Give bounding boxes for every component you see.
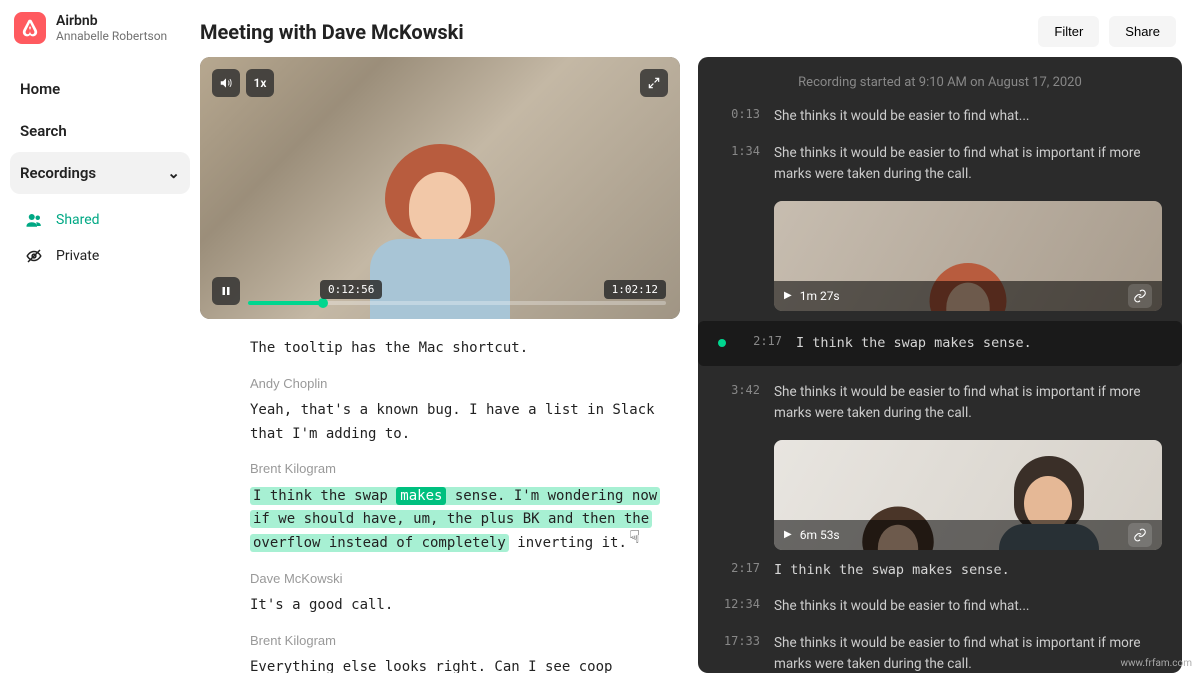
chevron-down-icon: ⌄ [167, 164, 180, 182]
note-row[interactable]: 0:13 She thinks it would be easier to fi… [718, 106, 1162, 127]
play-icon[interactable]: ▶ [784, 529, 792, 540]
note-row[interactable]: 2:17 I think the swap makes sense. [718, 560, 1162, 581]
subnav-private-label: Private [56, 248, 99, 264]
clip-duration: 1m 27s [800, 289, 840, 303]
note-time: 0:13 [718, 106, 760, 121]
note-time: 3:42 [718, 382, 760, 397]
note-time: 2:17 [718, 560, 760, 575]
eye-off-icon [24, 247, 44, 265]
page-title: Meeting with Dave McKowski [200, 20, 464, 44]
note-text: I think the swap makes sense. [796, 333, 1162, 354]
clip-thumbnail[interactable]: ▶ 6m 53s [774, 440, 1162, 550]
speed-button[interactable]: 1x [246, 69, 274, 97]
hl-text: I think the swap [253, 488, 396, 504]
transcript-line-highlighted[interactable]: I think the swap makes sense. I'm wonder… [250, 485, 670, 556]
transcript-line[interactable]: Yeah, that's a known bug. I have a list … [250, 399, 670, 447]
video-duration: 1:02:12 [604, 280, 666, 299]
filter-button[interactable]: Filter [1038, 16, 1099, 47]
note-text: She thinks it would be easier to find wh… [774, 143, 1162, 185]
speaker-label: Andy Choplin [250, 373, 670, 395]
play-icon[interactable]: ▶ [784, 290, 792, 301]
link-icon[interactable] [1128, 284, 1152, 308]
note-time: 12:34 [718, 596, 760, 611]
brand-name: Airbnb [56, 13, 167, 29]
brand-user: Annabelle Robertson [56, 29, 167, 43]
transcript: The tooltip has the Mac shortcut. Andy C… [200, 319, 680, 673]
nav-recordings[interactable]: Recordings ⌄ [10, 152, 190, 194]
expand-icon[interactable] [640, 69, 668, 97]
note-row[interactable]: 1:34 She thinks it would be easier to fi… [718, 143, 1162, 185]
subnav-private[interactable]: Private [18, 238, 190, 274]
transcript-line[interactable]: It's a good call. [250, 594, 670, 618]
recording-started-label: Recording started at 9:10 AM on August 1… [718, 75, 1162, 90]
brand-logo-icon [14, 12, 46, 44]
clip-duration: 6m 53s [800, 528, 840, 542]
hl-active-word: makes [396, 487, 446, 505]
watermark: www.frfam.com [1120, 658, 1192, 669]
note-row[interactable]: 3:42 She thinks it would be easier to fi… [718, 382, 1162, 424]
nav-recordings-label: Recordings [20, 164, 96, 182]
note-row[interactable]: 12:34 She thinks it would be easier to f… [718, 596, 1162, 617]
pointer-cursor-icon: ☟ [629, 523, 640, 562]
speaker-label: Brent Kilogram [250, 458, 670, 480]
people-icon [24, 211, 44, 229]
note-text: She thinks it would be easier to find wh… [774, 106, 1162, 127]
video-current-time: 0:12:56 [320, 280, 382, 299]
note-row[interactable]: 17:33 She thinks it would be easier to f… [718, 633, 1162, 673]
transcript-line[interactable]: The tooltip has the Mac shortcut. [250, 337, 670, 361]
subnav-shared[interactable]: Shared [18, 202, 190, 238]
note-time: 17:33 [718, 633, 760, 648]
brand-block: Airbnb Annabelle Robertson [10, 12, 190, 44]
video-player[interactable]: 1x 0:12:56 1:02:12 [200, 57, 680, 319]
speaker-label: Brent Kilogram [250, 630, 670, 652]
note-time: 2:17 [748, 333, 782, 348]
nav-home-label: Home [20, 80, 60, 98]
link-icon[interactable] [1128, 523, 1152, 547]
note-text: She thinks it would be easier to find wh… [774, 633, 1162, 673]
nav-search-label: Search [20, 122, 67, 140]
subnav-shared-label: Shared [56, 212, 100, 228]
note-text: She thinks it would be easier to find wh… [774, 596, 1162, 617]
volume-icon[interactable] [212, 69, 240, 97]
speaker-label: Dave McKowski [250, 568, 670, 590]
note-text: I think the swap makes sense. [774, 560, 1162, 581]
video-progress[interactable] [248, 301, 666, 305]
note-row-active[interactable]: 2:17 I think the swap makes sense. [698, 321, 1182, 366]
transcript-text: inverting it. [509, 535, 627, 551]
clip-thumbnail[interactable]: ▶ 1m 27s [774, 201, 1162, 311]
active-dot-icon [718, 339, 726, 347]
share-button[interactable]: Share [1109, 16, 1176, 47]
note-text: She thinks it would be easier to find wh… [774, 382, 1162, 424]
pause-icon[interactable] [212, 277, 240, 305]
nav-search[interactable]: Search [10, 110, 190, 152]
nav-home[interactable]: Home [10, 68, 190, 110]
note-time: 1:34 [718, 143, 760, 158]
transcript-line[interactable]: Everything else looks right. Can I see c… [250, 656, 670, 673]
notes-panel: Recording started at 9:10 AM on August 1… [698, 57, 1182, 673]
video-subject [365, 144, 515, 319]
